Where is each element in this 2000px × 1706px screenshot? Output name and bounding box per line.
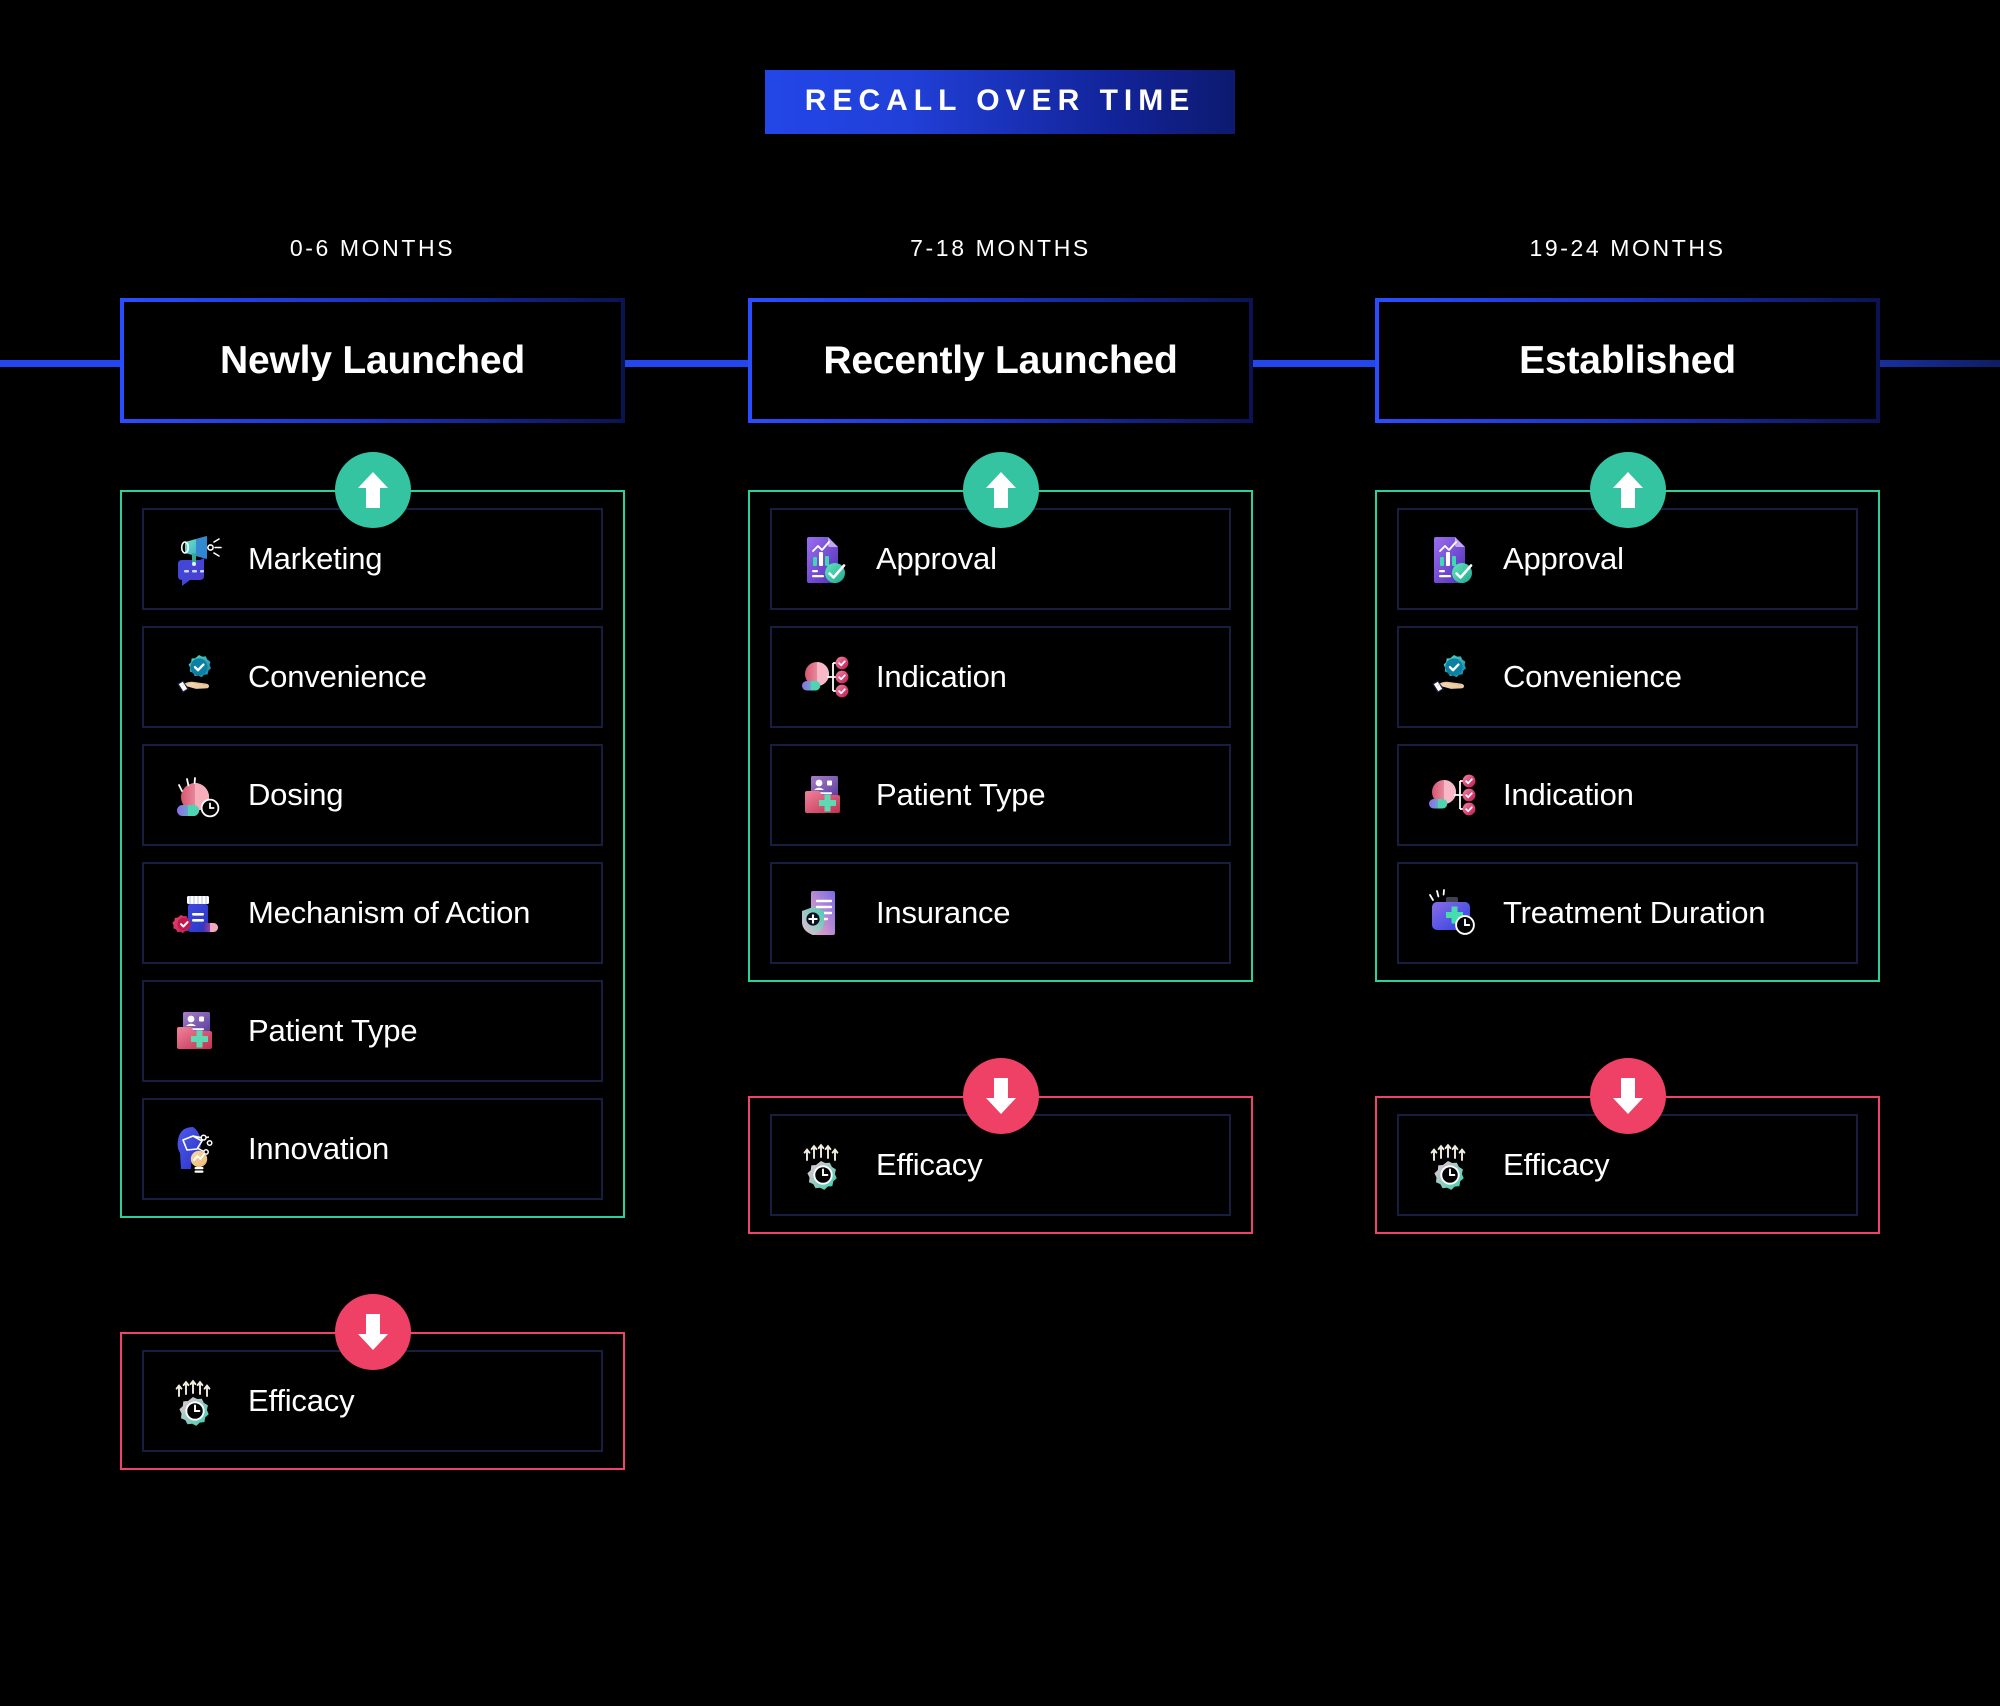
period-label: 0-6 MONTHS xyxy=(289,235,456,261)
patient-folder-icon xyxy=(168,1002,226,1060)
arrow-up-icon xyxy=(962,452,1039,528)
factor-card[interactable]: Convenience xyxy=(142,626,603,728)
factor-card[interactable]: Dosing xyxy=(142,744,603,846)
stage-title: Recently Launched xyxy=(823,338,1178,382)
hand-gear-check-icon xyxy=(168,648,226,706)
increasing-factors-panel: Marketing Convenience Dosing Mechanism o… xyxy=(120,490,625,1218)
factor-card[interactable]: Patient Type xyxy=(142,980,603,1082)
document-chart-check-icon xyxy=(1423,530,1481,588)
pill-bottle-gear-icon xyxy=(168,884,226,942)
factor-card[interactable]: Patient Type xyxy=(770,744,1231,846)
factor-label: Approval xyxy=(1503,541,1624,576)
diagram-canvas: RECALL OVER TIME 0-6 MONTHS Newly Launche… xyxy=(0,0,2000,1706)
patient-folder-icon xyxy=(796,766,854,824)
arrow-up-icon xyxy=(1589,452,1666,528)
factor-label: Approval xyxy=(876,541,997,576)
stage-box[interactable]: Established xyxy=(1375,298,1880,423)
gear-clock-arrows-icon xyxy=(796,1136,854,1194)
factor-label: Indication xyxy=(876,659,1007,694)
arrow-down-icon xyxy=(334,1294,411,1370)
arrow-down-icon xyxy=(962,1058,1039,1134)
head-lightbulb-icon xyxy=(168,1120,226,1178)
factor-card[interactable]: Treatment Duration xyxy=(1397,862,1858,964)
document-chart-check-icon xyxy=(796,530,854,588)
factor-label: Innovation xyxy=(248,1131,390,1166)
stage-title: Established xyxy=(1519,338,1736,382)
factor-label: Insurance xyxy=(876,895,1011,930)
period-label: 7-18 MONTHS xyxy=(910,235,1091,261)
period-label: 19-24 MONTHS xyxy=(1529,235,1726,261)
factor-label: Patient Type xyxy=(248,1013,418,1048)
megaphone-icon xyxy=(168,530,226,588)
gear-clock-arrows-icon xyxy=(1423,1136,1481,1194)
timeline-columns: 0-6 MONTHS Newly Launched Marketing Conve… xyxy=(0,0,2000,1706)
factor-card[interactable]: Innovation xyxy=(142,1098,603,1200)
factor-label: Marketing xyxy=(248,541,383,576)
factor-label: Efficacy xyxy=(876,1147,983,1182)
factor-card[interactable]: Indication xyxy=(1397,744,1858,846)
increasing-factors-panel: Approval Indication Patient Type Insuran… xyxy=(748,490,1253,982)
factor-card[interactable]: Mechanism of Action xyxy=(142,862,603,964)
document-shield-icon xyxy=(796,884,854,942)
factor-label: Indication xyxy=(1503,777,1634,812)
stage-box[interactable]: Newly Launched xyxy=(120,298,625,423)
factor-label: Dosing xyxy=(248,777,344,812)
pill-checklist-icon xyxy=(796,648,854,706)
arrow-down-icon xyxy=(1589,1058,1666,1134)
factor-label: Convenience xyxy=(248,659,427,694)
factor-card[interactable]: Convenience xyxy=(1397,626,1858,728)
factor-label: Efficacy xyxy=(1503,1147,1610,1182)
factor-card[interactable]: Insurance xyxy=(770,862,1231,964)
arrow-up-icon xyxy=(334,452,411,528)
factor-label: Efficacy xyxy=(248,1383,355,1418)
factor-label: Patient Type xyxy=(876,777,1046,812)
pill-checklist-icon xyxy=(1423,766,1481,824)
factor-label: Convenience xyxy=(1503,659,1682,694)
increasing-factors-panel: Approval Convenience Indication Treatmen… xyxy=(1375,490,1880,982)
factor-card[interactable]: Indication xyxy=(770,626,1231,728)
medical-bag-clock-icon xyxy=(1423,884,1481,942)
stage-box[interactable]: Recently Launched xyxy=(748,298,1253,423)
hand-gear-check-icon xyxy=(1423,648,1481,706)
factor-label: Treatment Duration xyxy=(1503,895,1766,930)
pill-clock-icon xyxy=(168,766,226,824)
gear-clock-arrows-icon xyxy=(168,1372,226,1430)
stage-title: Newly Launched xyxy=(220,338,525,382)
factor-label: Mechanism of Action xyxy=(248,895,531,930)
